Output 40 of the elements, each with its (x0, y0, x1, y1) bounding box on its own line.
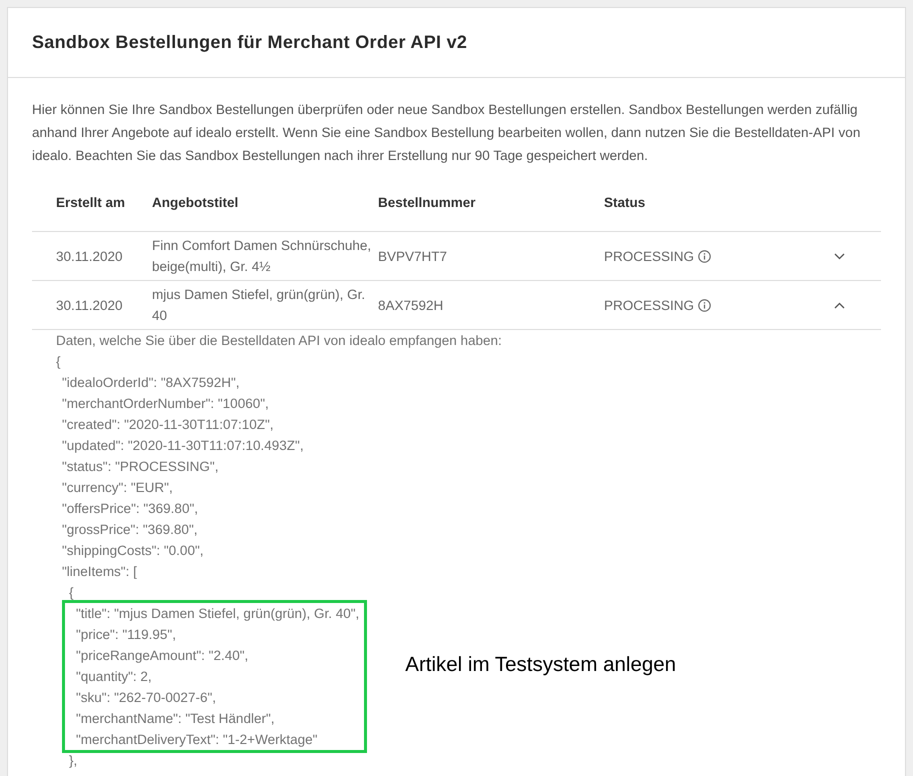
column-header: Angebotstitel (152, 194, 240, 212)
description-text: Hier können Sie Ihre Sandbox Bestellungen überprüfen oder neue Sandbox Bestellungen erstellen. Sandbox Bestellungen werden zufällig anhand Ihrer Angebote auf idealo erstellt. Wenn Sie eine Sandbox Bestellung bearbeiten wollen, dann nutzen Sie die Bestelldaten-API von idealo. Beachten Sie das Sandbox Bestellungen nach ihrer Erstellung nur 90 Tage gespeichert werden. (32, 101, 862, 165)
chevron-down-icon[interactable] (834, 252, 844, 260)
table-cell-text: 30.11.2020 (56, 248, 124, 266)
code-line: "priceRangeAmount": "2.40", (75, 647, 250, 665)
code-line: { (56, 353, 62, 371)
code-line: "sku": "262-70-0027-6", (75, 689, 217, 707)
status-label: PROCESSING (604, 296, 694, 314)
column-header: Status (604, 194, 646, 212)
code-line: "quantity": 2, (75, 668, 153, 686)
info-icon[interactable] (698, 250, 712, 262)
code-line: "grossPrice": "369.80", (61, 521, 198, 539)
code-line: "updated": "2020-11-30T11:07:10.493Z", (61, 437, 305, 455)
table-cell-text: BVPV7HT7 (378, 248, 448, 266)
code-line: "merchantOrderNumber": "10060", (61, 395, 270, 413)
code-line: }, (68, 752, 78, 770)
code-line: "created": "2020-11-30T11:07:10Z", (61, 416, 275, 434)
column-header: Bestellnummer (378, 194, 477, 212)
table-cell-text: Finn Comfort Damen Schnürschuhe, beige(multi), Gr. 4½ (152, 237, 372, 276)
code-line: "idealoOrderId": "8AX7592H", (61, 374, 241, 392)
code-line: "merchantName": "Test Händler", (75, 710, 276, 728)
code-line: "currency": "EUR", (61, 479, 174, 497)
table-cell-text: 30.11.2020 (56, 296, 124, 314)
code-line: "lineItems": [ (61, 563, 138, 581)
annotation-text: Artikel im Testsystem anlegen (405, 654, 676, 678)
code-line: "shippingCosts": "0.00", (61, 542, 204, 560)
details-intro: Daten, welche Sie über die Bestelldaten API von idealo empfangen haben: (56, 332, 503, 350)
code-line: { (68, 584, 75, 602)
code-line: "title": "mjus Damen Stiefel, grün(grün), Gr. 40", (75, 605, 360, 623)
status-label: PROCESSING (604, 248, 694, 266)
code-line: "status": "PROCESSING", (61, 458, 220, 476)
code-line: "price": "119.95", (75, 626, 177, 644)
code-line: "merchantDeliveryText": "1-2+Werktage" (75, 731, 318, 749)
column-header: Erstellt am (56, 194, 126, 212)
chevron-up-icon[interactable] (834, 302, 844, 308)
card-title: Sandbox Bestellungen für Merchant Order API v2 (32, 31, 468, 54)
code-line: "offersPrice": "369.80", (61, 500, 199, 518)
table-cell-text: 8AX7592H (378, 296, 444, 314)
info-icon[interactable] (698, 298, 712, 312)
table-cell-text: mjus Damen Stiefel, grün(grün), Gr. 40 (152, 286, 366, 325)
